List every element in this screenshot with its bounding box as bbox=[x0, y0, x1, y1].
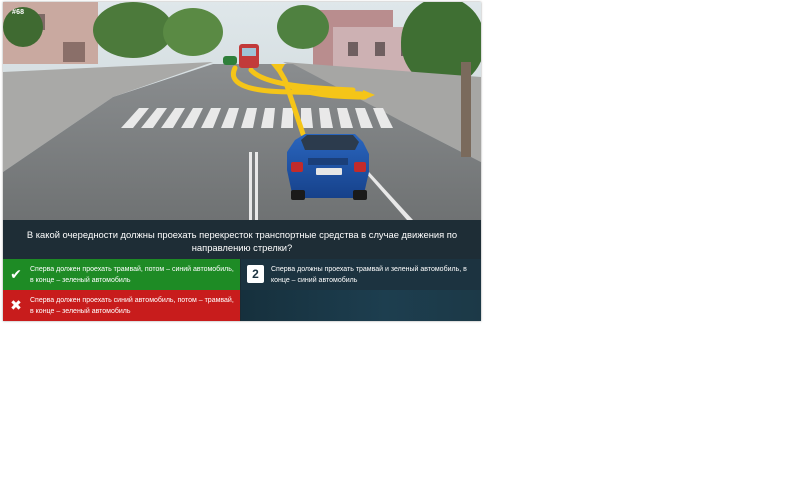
blue-car bbox=[287, 134, 369, 200]
answer-3-text: Сперва должен проехать синий автомобиль,… bbox=[30, 297, 234, 315]
question-number: #68 bbox=[12, 9, 25, 16]
scene-image: #68 bbox=[3, 2, 481, 220]
answer-option-1[interactable]: ✔ Сперва должен проехать трамвай, потом … bbox=[3, 259, 240, 290]
answer-2-text: Сперва должны проехать трамвай и зеленый… bbox=[271, 266, 467, 284]
quiz-card: #68 В какой очередности должны проехать … bbox=[3, 2, 481, 321]
answer-1-text: Сперва должен проехать трамвай, потом – … bbox=[30, 266, 234, 284]
answer-option-3[interactable]: ✖ Сперва должен проехать синий автомобил… bbox=[3, 290, 240, 321]
empty-answer-slot bbox=[241, 290, 481, 321]
cross-icon: ✖ bbox=[10, 297, 22, 313]
check-icon: ✔ bbox=[10, 266, 22, 282]
answer-option-2[interactable]: 2 Сперва должны проехать трамвай и зелен… bbox=[241, 259, 481, 290]
question-text: В какой очередности должны проехать пере… bbox=[3, 220, 481, 259]
answer-number-badge: 2 bbox=[247, 265, 264, 283]
